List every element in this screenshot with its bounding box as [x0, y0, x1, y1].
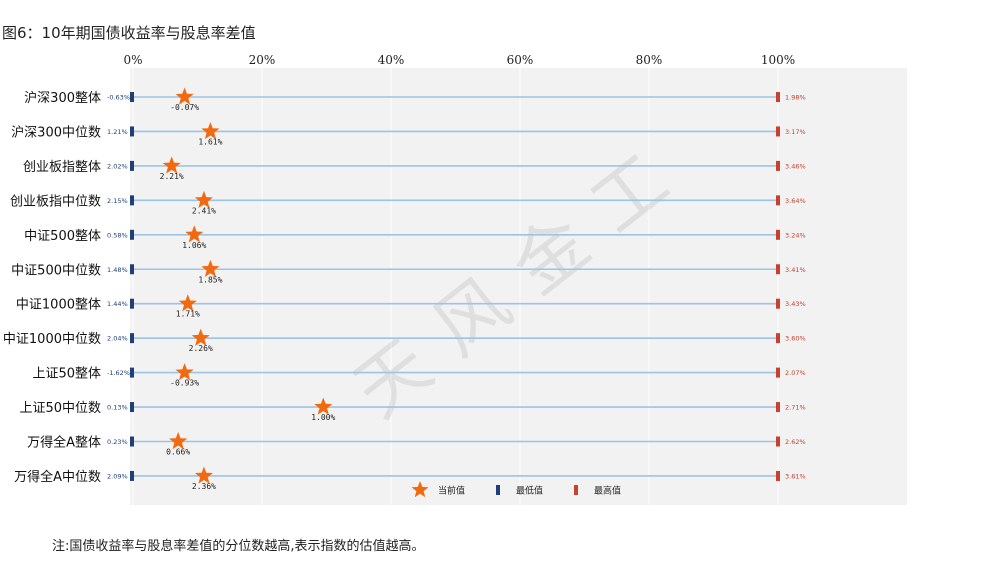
current-value-label: 2.41% [192, 206, 216, 215]
x-tick-label: 60% [507, 53, 534, 67]
min-label: 1.44% [107, 300, 128, 308]
max-marker [776, 470, 780, 481]
max-marker [776, 436, 780, 447]
x-tick-label: 0% [123, 53, 142, 67]
max-label: 3.61% [785, 472, 806, 480]
min-marker [130, 160, 134, 171]
max-label: 3.41% [785, 266, 806, 274]
min-label: 0.13% [107, 404, 128, 412]
current-value-label: 1.71% [176, 310, 200, 319]
legend-label: 最高值 [594, 485, 621, 497]
max-label: 3.60% [785, 335, 806, 343]
legend-min-icon [496, 485, 500, 495]
min-marker [130, 229, 134, 240]
max-marker [776, 402, 780, 413]
min-marker [130, 126, 134, 137]
legend-max-icon [574, 485, 578, 495]
min-label: 2.09% [107, 472, 128, 480]
min-label: 2.04% [107, 335, 128, 343]
min-marker [130, 298, 134, 309]
max-label: 1.98% [785, 94, 806, 102]
min-label: -0.63% [107, 94, 130, 102]
current-value-label: 2.21% [160, 172, 184, 181]
x-tick-label: 80% [636, 53, 663, 67]
max-label: 2.62% [785, 438, 806, 446]
category-label: 中证500中位数 [11, 263, 101, 278]
min-marker [130, 470, 134, 481]
category-label: 万得全A中位数 [14, 469, 101, 485]
category-label: 上证50整体 [32, 367, 101, 382]
max-label: 3.17% [785, 128, 806, 136]
max-label: 2.07% [785, 369, 806, 377]
max-label: 2.71% [785, 404, 806, 412]
current-value-label: 1.61% [198, 137, 222, 146]
max-marker [776, 92, 780, 102]
max-marker [776, 264, 780, 275]
current-value-label: 2.36% [192, 482, 216, 491]
min-label: 0.23% [107, 438, 128, 446]
x-tick-label: 100% [761, 53, 795, 67]
max-label: 3.64% [785, 197, 806, 205]
min-label: 2.15% [107, 197, 128, 205]
category-label: 万得全A整体 [27, 435, 101, 451]
legend-label: 当前值 [438, 485, 465, 497]
min-marker [130, 92, 134, 102]
category-label: 中证1000整体 [16, 298, 101, 313]
current-value-label: 0.66% [166, 448, 190, 457]
max-marker [776, 229, 780, 240]
current-value-label: 1.00% [311, 413, 335, 422]
legend-label: 最低值 [516, 485, 543, 497]
min-marker [130, 264, 134, 275]
max-marker [776, 333, 780, 344]
min-marker [130, 402, 134, 413]
min-marker [130, 195, 134, 206]
x-tick-labels: 0% 20% 40% 60% 80% 100% [123, 53, 795, 67]
min-marker [130, 367, 134, 378]
category-label: 上证50中位数 [19, 401, 101, 416]
x-tick-label: 20% [249, 53, 276, 67]
footnote: 注:国债收益率与股息率差值的分位数越高,表示指数的估值越高。 [52, 539, 425, 554]
min-label: 0.58% [107, 231, 128, 239]
category-label: 中证1000中位数 [3, 332, 101, 347]
min-marker [130, 436, 134, 447]
min-label: 1.48% [107, 266, 128, 274]
min-label: 2.02% [107, 162, 128, 170]
chart-svg: 0% 20% 40% 60% 80% 100% 天风金工 沪深300整体 -0.63% 1.9… [3, 53, 907, 505]
min-marker [130, 333, 134, 344]
max-marker [776, 298, 780, 309]
max-marker [776, 126, 780, 137]
x-tick-label: 40% [378, 53, 405, 67]
max-marker [776, 160, 780, 171]
min-label: -1.62% [107, 369, 130, 377]
max-label: 3.43% [785, 300, 806, 308]
min-label: 1.21% [107, 128, 128, 136]
category-label: 沪深300整体 [24, 90, 101, 106]
current-value-label: -0.93% [170, 379, 199, 388]
max-marker [776, 195, 780, 206]
max-label: 3.24% [785, 231, 806, 239]
current-value-label: -0.07% [170, 103, 199, 112]
max-marker [776, 367, 780, 378]
current-value-label: 2.26% [189, 344, 213, 353]
category-label: 中证500整体 [24, 229, 101, 244]
max-label: 3.46% [785, 162, 806, 170]
category-label: 沪深300中位数 [11, 124, 101, 140]
category-label: 创业板指整体 [23, 160, 101, 175]
category-label: 创业板指中位数 [10, 194, 101, 209]
current-value-label: 1.06% [182, 241, 206, 250]
current-value-label: 1.85% [198, 275, 222, 284]
